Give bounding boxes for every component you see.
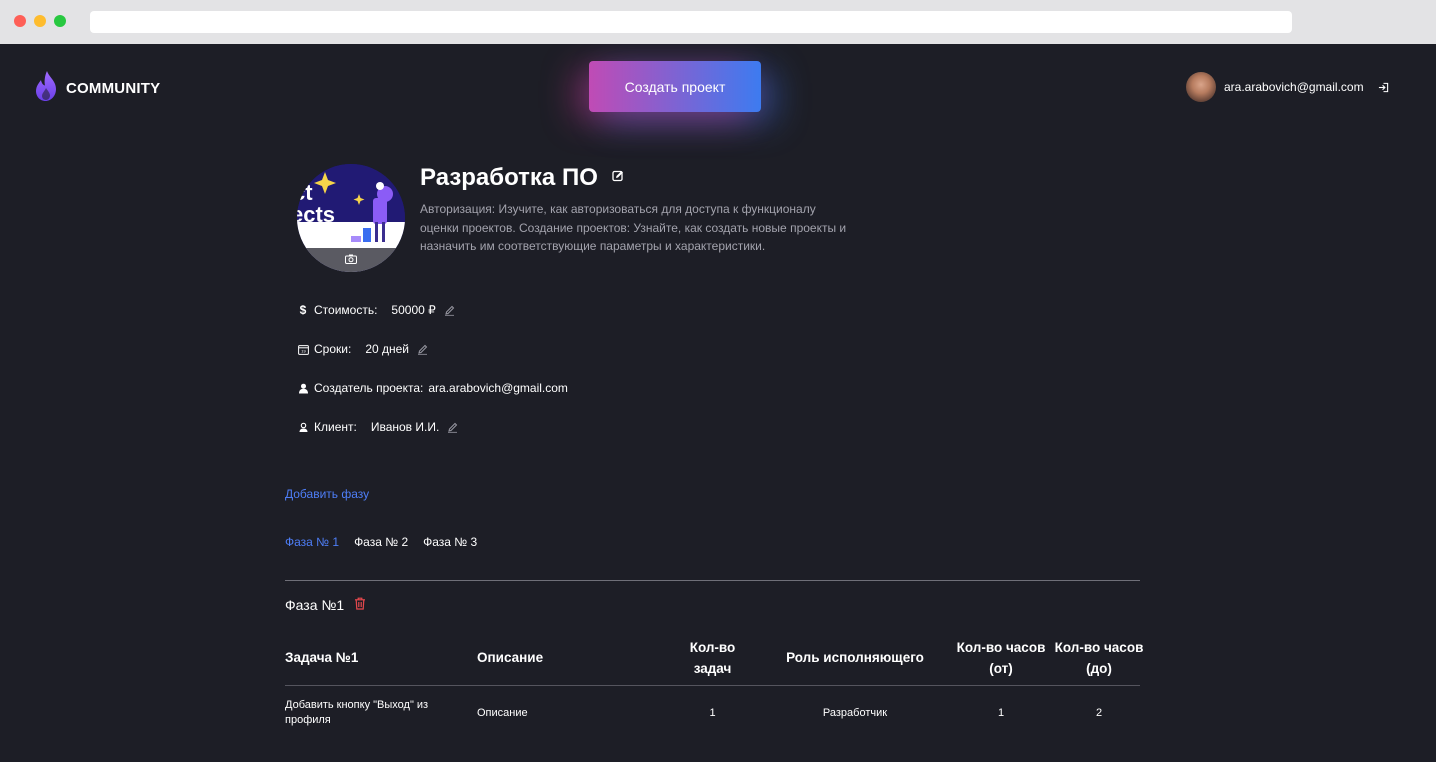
cell-task: Добавить кнопку "Выход" из профиля: [285, 699, 429, 726]
phase-title: Фаза №1: [285, 597, 345, 613]
address-bar[interactable]: [90, 11, 1292, 33]
deadline-value: 20 дней: [365, 342, 409, 356]
table-header: Задача №1 Описание Кол-во задач Роль исп…: [285, 630, 1143, 686]
avatar[interactable]: [1186, 72, 1216, 102]
client-field: Клиент: Иванов И.И.: [297, 420, 458, 434]
client-icon: [297, 422, 309, 433]
cost-label: Стоимость:: [314, 303, 378, 317]
svg-text:ects: ects: [297, 202, 335, 227]
phase-tabs: Фаза № 1 Фаза № 2 Фаза № 3: [285, 535, 477, 549]
creator-icon: [297, 383, 309, 394]
creator-field: Создатель проекта: ara.arabovich@gmail.c…: [297, 381, 568, 395]
client-value: Иванов И.И.: [370, 420, 440, 434]
app-window: COMMUNITY Создать проект ara.arabovich@g…: [0, 44, 1436, 762]
flame-icon: [34, 70, 58, 107]
deadline-label: Сроки:: [314, 342, 352, 356]
cell-hours-from: 1: [997, 706, 1005, 719]
tasks-table: Задача №1 Описание Кол-во задач Роль исп…: [285, 630, 1143, 740]
project-title: Разработка ПО: [420, 164, 598, 191]
add-phase-link[interactable]: Добавить фазу: [285, 487, 369, 501]
dollar-icon: $: [299, 303, 307, 317]
cell-task-count: 1: [709, 706, 716, 719]
close-window-button[interactable]: [14, 15, 26, 27]
cell-role: Разработчик: [822, 706, 888, 719]
header-role: Роль исполняющего: [786, 650, 924, 665]
project-title-row: Разработка ПО: [420, 164, 624, 192]
deadline-field: 19 Сроки: 20 дней: [297, 342, 428, 356]
camera-icon: [345, 251, 357, 269]
create-project-button[interactable]: Создать проект: [589, 61, 761, 112]
project-description: Авторизация: Изучите, как авторизоваться…: [420, 202, 847, 253]
edit-cost-icon[interactable]: [444, 305, 455, 316]
svg-text:19: 19: [301, 348, 306, 353]
project-cover-image[interactable]: ct ects: [297, 164, 405, 272]
header-hours-from: Кол-во часов (от): [956, 639, 1046, 676]
cell-hours-to: 2: [1095, 706, 1103, 719]
tab-phase-1[interactable]: Фаза № 1: [285, 535, 339, 549]
maximize-window-button[interactable]: [54, 15, 66, 27]
logo-text: COMMUNITY: [66, 80, 161, 97]
change-cover-button[interactable]: [297, 248, 405, 272]
edit-client-icon[interactable]: [447, 422, 458, 433]
user-menu[interactable]: ara.arabovich@gmail.com: [1186, 72, 1389, 102]
minimize-window-button[interactable]: [34, 15, 46, 27]
calendar-icon: 19: [297, 344, 309, 355]
cost-field: $ Стоимость: 50000 ₽: [297, 303, 455, 317]
tab-phase-2[interactable]: Фаза № 2: [354, 535, 408, 549]
browser-chrome: [0, 0, 1436, 44]
tab-phase-3[interactable]: Фаза № 3: [423, 535, 477, 549]
header-description: Описание: [477, 650, 544, 665]
logo[interactable]: COMMUNITY: [34, 70, 160, 107]
edit-title-icon[interactable]: [612, 169, 624, 187]
header-hours-to: Кол-во часов (до): [1054, 639, 1144, 676]
cell-description: Описание: [477, 706, 528, 719]
edit-deadline-icon[interactable]: [417, 344, 428, 355]
header-task: Задача №1: [285, 650, 359, 665]
trash-icon[interactable]: [354, 597, 366, 613]
user-email: ara.arabovich@gmail.com: [1224, 80, 1364, 94]
header-task-count: Кол-во задач: [689, 639, 736, 676]
logout-icon[interactable]: [1378, 82, 1389, 93]
phase-heading: Фаза №1: [285, 597, 366, 613]
creator-label: Создатель проекта:: [314, 381, 424, 395]
client-label: Клиент:: [314, 420, 357, 434]
cost-value: 50000 ₽: [391, 303, 436, 317]
table-row[interactable]: Добавить кнопку "Выход" из профиля Описа…: [285, 686, 1140, 740]
divider: [285, 580, 1140, 581]
creator-value: ara.arabovich@gmail.com: [428, 381, 568, 395]
